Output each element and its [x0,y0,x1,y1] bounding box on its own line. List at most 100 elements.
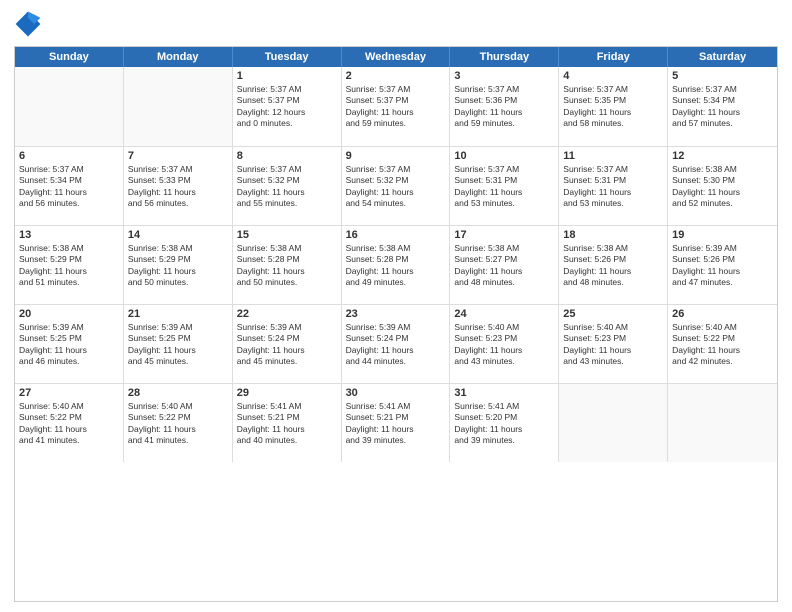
cell-line: Daylight: 11 hours [672,266,773,277]
cell-line: and 56 minutes. [128,198,228,209]
cell-line: Sunset: 5:24 PM [237,333,337,344]
cell-line: Sunrise: 5:37 AM [672,84,773,95]
day-number: 19 [672,229,773,241]
day-30: 30Sunrise: 5:41 AMSunset: 5:21 PMDayligh… [342,384,451,462]
day-number: 14 [128,229,228,241]
day-11: 11Sunrise: 5:37 AMSunset: 5:31 PMDayligh… [559,147,668,225]
cell-line: Sunrise: 5:40 AM [19,401,119,412]
day-24: 24Sunrise: 5:40 AMSunset: 5:23 PMDayligh… [450,305,559,383]
day-number: 24 [454,308,554,320]
cell-line: Sunrise: 5:38 AM [237,243,337,254]
cell-line: Sunset: 5:23 PM [454,333,554,344]
cell-line: and 58 minutes. [563,118,663,129]
day-header-tuesday: Tuesday [233,47,342,67]
cell-line: Daylight: 11 hours [346,424,446,435]
cell-line: Sunset: 5:34 PM [19,175,119,186]
day-20: 20Sunrise: 5:39 AMSunset: 5:25 PMDayligh… [15,305,124,383]
cell-line: Daylight: 11 hours [128,187,228,198]
cell-line: Sunset: 5:23 PM [563,333,663,344]
cell-line: Daylight: 11 hours [672,345,773,356]
cell-line: Sunset: 5:34 PM [672,95,773,106]
cell-line: and 52 minutes. [672,198,773,209]
cell-line: Sunset: 5:21 PM [346,412,446,423]
cell-line: and 46 minutes. [19,356,119,367]
cell-line: Sunrise: 5:41 AM [237,401,337,412]
cell-line: Sunrise: 5:38 AM [19,243,119,254]
day-number: 27 [19,387,119,399]
day-number: 17 [454,229,554,241]
cell-line: Daylight: 11 hours [237,266,337,277]
cell-line: and 0 minutes. [237,118,337,129]
cell-line: Sunset: 5:31 PM [563,175,663,186]
cell-line: and 44 minutes. [346,356,446,367]
day-8: 8Sunrise: 5:37 AMSunset: 5:32 PMDaylight… [233,147,342,225]
calendar-row-5: 27Sunrise: 5:40 AMSunset: 5:22 PMDayligh… [15,383,777,462]
cell-line: Sunset: 5:26 PM [672,254,773,265]
day-number: 9 [346,150,446,162]
cell-line: Sunrise: 5:37 AM [128,164,228,175]
cell-line: Daylight: 11 hours [563,107,663,118]
cell-line: and 50 minutes. [128,277,228,288]
day-12: 12Sunrise: 5:38 AMSunset: 5:30 PMDayligh… [668,147,777,225]
cell-line: Sunset: 5:22 PM [672,333,773,344]
cell-line: and 55 minutes. [237,198,337,209]
cell-line: and 43 minutes. [454,356,554,367]
cell-line: and 41 minutes. [128,435,228,446]
cell-line: Sunrise: 5:37 AM [454,164,554,175]
cell-line: Daylight: 11 hours [563,345,663,356]
day-2: 2Sunrise: 5:37 AMSunset: 5:37 PMDaylight… [342,67,451,146]
cell-line: Sunset: 5:20 PM [454,412,554,423]
day-number: 31 [454,387,554,399]
day-27: 27Sunrise: 5:40 AMSunset: 5:22 PMDayligh… [15,384,124,462]
cell-line: Sunrise: 5:39 AM [672,243,773,254]
cell-line: Sunset: 5:32 PM [237,175,337,186]
day-18: 18Sunrise: 5:38 AMSunset: 5:26 PMDayligh… [559,226,668,304]
empty-cell [559,384,668,462]
cell-line: Sunrise: 5:38 AM [346,243,446,254]
cell-line: and 59 minutes. [454,118,554,129]
day-header-thursday: Thursday [450,47,559,67]
day-26: 26Sunrise: 5:40 AMSunset: 5:22 PMDayligh… [668,305,777,383]
day-number: 29 [237,387,337,399]
day-17: 17 Sunrise: 5:38 AMSunset: 5:27 PMDayligh… [450,226,559,304]
cell-line: Daylight: 11 hours [346,187,446,198]
calendar-body: 1Sunrise: 5:37 AMSunset: 5:37 PMDaylight… [15,67,777,541]
cell-line: Daylight: 11 hours [128,345,228,356]
cell-line: Daylight: 11 hours [346,107,446,118]
day-28: 28Sunrise: 5:40 AMSunset: 5:22 PMDayligh… [124,384,233,462]
cell-line: Daylight: 12 hours [237,107,337,118]
cell-line: Sunrise: 5:37 AM [563,164,663,175]
cell-line: Sunrise: 5:40 AM [454,322,554,333]
cell-line: Daylight: 11 hours [19,345,119,356]
empty-cell [15,67,124,146]
cell-line: Daylight: 11 hours [454,266,554,277]
cell-line: and 53 minutes. [563,198,663,209]
cell-line: Sunset: 5:27 PM [454,254,554,265]
day-29: 29Sunrise: 5:41 AMSunset: 5:21 PMDayligh… [233,384,342,462]
day-header-saturday: Saturday [668,47,777,67]
cell-line: Sunrise: 5:40 AM [672,322,773,333]
cell-line: Sunset: 5:25 PM [19,333,119,344]
cell-line: Daylight: 11 hours [454,107,554,118]
cell-line: and 39 minutes. [346,435,446,446]
day-number: 15 [237,229,337,241]
cell-line: and 57 minutes. [672,118,773,129]
day-number: 1 [237,70,337,82]
logo-icon [14,10,42,38]
cell-line: Sunset: 5:31 PM [454,175,554,186]
cell-line: Sunrise: 5:37 AM [237,84,337,95]
cell-line: and 43 minutes. [563,356,663,367]
cell-line: Sunrise: 5:41 AM [454,401,554,412]
day-21: 21Sunrise: 5:39 AMSunset: 5:25 PMDayligh… [124,305,233,383]
day-number: 8 [237,150,337,162]
day-3: 3Sunrise: 5:37 AMSunset: 5:36 PMDaylight… [450,67,559,146]
cell-line: Daylight: 11 hours [237,424,337,435]
empty-cell [668,384,777,462]
day-number: 12 [672,150,773,162]
day-header-wednesday: Wednesday [342,47,451,67]
day-23: 23Sunrise: 5:39 AMSunset: 5:24 PMDayligh… [342,305,451,383]
day-number: 13 [19,229,119,241]
cell-line: and 42 minutes. [672,356,773,367]
cell-line: and 45 minutes. [237,356,337,367]
cell-line: Sunrise: 5:38 AM [454,243,554,254]
